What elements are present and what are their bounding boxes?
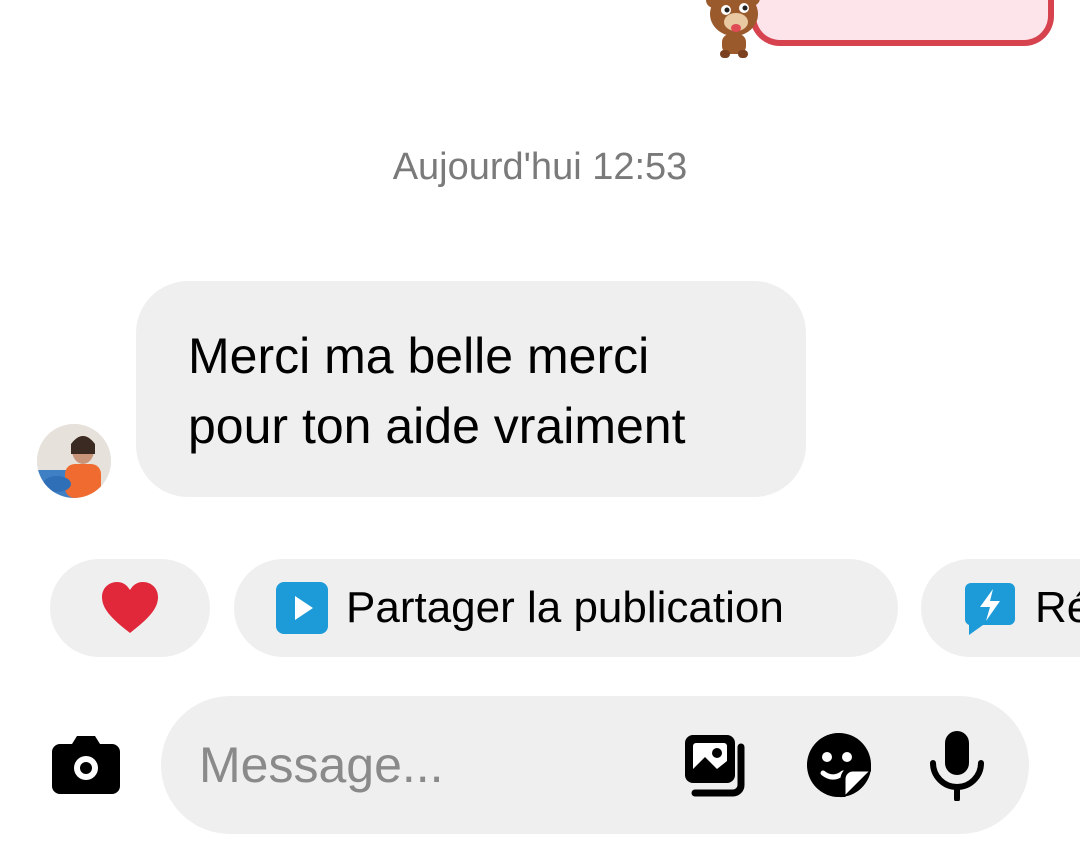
sticker-card bbox=[750, 0, 1054, 46]
quick-reply-button[interactable]: Ré bbox=[921, 559, 1080, 657]
message-text-line-1: Merci ma belle merci bbox=[188, 328, 650, 384]
message-text-line-2: pour ton aide vraiment bbox=[188, 398, 686, 454]
camera-icon[interactable] bbox=[50, 732, 122, 796]
chat-screen: Aujourd'hui 12:53 Merci ma belle merci p… bbox=[0, 0, 1080, 859]
avatar[interactable] bbox=[37, 424, 111, 498]
quick-reply-icon bbox=[964, 583, 1015, 635]
sticker-message[interactable] bbox=[700, 0, 1060, 70]
message-bubble[interactable]: Merci ma belle merci pour ton aide vraim… bbox=[136, 281, 806, 497]
message-timestamp: Aujourd'hui 12:53 bbox=[392, 146, 688, 188]
quick-reply-label: Partager la publication bbox=[346, 583, 784, 632]
microphone-icon[interactable] bbox=[921, 729, 993, 801]
quick-reply-share-post-button[interactable]: Partager la publication bbox=[234, 559, 898, 657]
sticker-icon[interactable] bbox=[803, 729, 875, 801]
quick-reply-heart-button[interactable] bbox=[50, 559, 210, 657]
avatar-photo bbox=[37, 424, 111, 498]
gallery-icon[interactable] bbox=[681, 729, 753, 801]
bear-sticker-icon bbox=[706, 0, 760, 58]
message-input-placeholder: Message... bbox=[199, 737, 444, 793]
play-icon bbox=[276, 582, 328, 634]
heart-icon bbox=[102, 582, 158, 633]
message-input[interactable]: Message... bbox=[161, 696, 1029, 834]
quick-reply-label: Ré bbox=[1035, 583, 1080, 632]
